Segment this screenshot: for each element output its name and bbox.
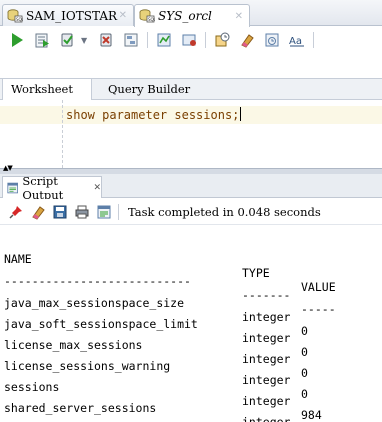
- output-row: java_max_sessionspace_size integer 0: [4, 282, 308, 338]
- eraser-icon: [32, 205, 45, 220]
- autotrace-button[interactable]: [153, 30, 175, 50]
- parameter-type: integer: [242, 394, 291, 408]
- sql-history-button[interactable]: [211, 30, 233, 50]
- output-row: java_soft_sessionspace_limit integer 0: [4, 303, 308, 359]
- script-output-icon: [97, 205, 111, 218]
- output-row: shared_server_sessions integer: [4, 387, 290, 422]
- output-row: license_max_sessions integer 0: [4, 324, 308, 380]
- play-icon: [12, 33, 23, 47]
- autotrace-icon: [157, 33, 171, 47]
- output-row: license_sessions_warning integer 0: [4, 345, 308, 401]
- sql-statement: show parameter sessions;: [66, 108, 240, 122]
- tab-worksheet[interactable]: Worksheet: [2, 79, 92, 100]
- explain-plan-icon: [124, 33, 138, 47]
- statement-history-button[interactable]: [261, 30, 283, 50]
- change-case-button[interactable]: Aa: [286, 30, 308, 50]
- print-icon: [75, 205, 89, 218]
- output-tab-bar: Script Output ✕: [0, 174, 382, 202]
- database-connection-icon: SQL: [139, 8, 157, 24]
- output-row: sessions integer 984: [4, 366, 322, 422]
- toolbar-divider: [118, 203, 119, 220]
- parameter-value: 984: [301, 408, 322, 422]
- sql-tuning-button[interactable]: [178, 30, 200, 50]
- output-separator-row: --------------------------- ------- ----…: [4, 260, 336, 316]
- editor-margin-line: [62, 100, 63, 168]
- run-script-button[interactable]: [31, 30, 53, 50]
- tab-label: Script Output: [22, 173, 64, 202]
- separator-value: -----: [301, 302, 336, 316]
- rollback-icon: [100, 33, 112, 47]
- database-connection-icon: SQL: [7, 8, 25, 24]
- tab-label: SYS_orcl: [158, 9, 212, 23]
- close-tab-icon[interactable]: ✕: [235, 11, 243, 22]
- parameter-type: integer: [242, 310, 291, 324]
- save-icon: [53, 205, 67, 218]
- toolbar-divider: [205, 32, 206, 48]
- worksheet-toolbar: ▼ Aa: [0, 27, 382, 53]
- svg-text:SQL: SQL: [148, 17, 155, 22]
- collapse-arrows-icon[interactable]: ▲▼: [3, 164, 13, 172]
- close-tab-icon[interactable]: ✕: [93, 183, 101, 193]
- script-output-area: NAME TYPE VALUE ------------------------…: [0, 228, 382, 422]
- parameter-value: 0: [301, 324, 308, 338]
- parameter-name: shared_server_sessions: [4, 401, 157, 415]
- open-output-button[interactable]: [94, 202, 114, 222]
- explain-plan-button[interactable]: [120, 30, 142, 50]
- document-tab-bar: SQL SAM_IOTSTAR ✕ SQL SYS_orcl ✕: [0, 0, 382, 27]
- output-header-row: NAME TYPE VALUE: [4, 238, 336, 294]
- separator-type: -------: [242, 288, 291, 302]
- chevron-down-icon[interactable]: ▼: [81, 36, 91, 45]
- column-header-type: TYPE: [242, 266, 270, 280]
- sql-editor[interactable]: show parameter sessions;: [0, 100, 382, 168]
- toolbar-divider: [147, 32, 148, 48]
- parameter-type: integer: [242, 352, 291, 366]
- change-case-icon: Aa: [289, 36, 304, 47]
- parameter-type: integer: [242, 331, 291, 345]
- clear-output-button[interactable]: [28, 202, 48, 222]
- eraser-icon: [241, 34, 254, 48]
- sql-tuning-icon: [182, 34, 196, 46]
- column-header-value: VALUE: [301, 280, 336, 294]
- commit-button[interactable]: [56, 30, 78, 50]
- editor-tab-bar: Worksheet Query Builder: [0, 78, 382, 100]
- close-tab-icon[interactable]: ✕: [119, 10, 127, 21]
- tab-query-builder[interactable]: Query Builder: [100, 79, 198, 100]
- script-output-icon: [7, 182, 18, 193]
- task-status-text: Task completed in 0.048 seconds: [128, 204, 321, 219]
- parameter-name: java_soft_sessionspace_limit: [4, 317, 198, 331]
- parameter-value: 0: [301, 345, 308, 359]
- text-cursor: [240, 107, 242, 121]
- tab-sam-iotstar[interactable]: SQL SAM_IOTSTAR ✕: [2, 4, 134, 26]
- svg-text:SQL: SQL: [16, 17, 23, 22]
- rollback-button[interactable]: [95, 30, 117, 50]
- separator-name: ---------------------------: [4, 274, 191, 288]
- tab-sys-orcl[interactable]: SQL SYS_orcl ✕: [134, 4, 250, 27]
- parameter-type: integer: [242, 373, 291, 387]
- tab-label: SAM_IOTSTAR: [26, 8, 118, 23]
- save-output-button[interactable]: [50, 202, 70, 222]
- commit-icon: [61, 33, 73, 47]
- output-toolbar: Task completed in 0.048 seconds: [0, 199, 382, 225]
- pin-output-button[interactable]: [6, 202, 26, 222]
- history-icon: [265, 33, 279, 47]
- svg-text:Aa: Aa: [289, 36, 302, 47]
- pin-icon: [9, 205, 22, 219]
- print-output-button[interactable]: [72, 202, 92, 222]
- parameter-value: 0: [301, 387, 308, 401]
- clear-button[interactable]: [236, 30, 258, 50]
- sql-code-line[interactable]: show parameter sessions;: [66, 107, 242, 122]
- toolbar-divider: [313, 32, 314, 48]
- parameter-value: 0: [301, 366, 308, 380]
- tab-script-output[interactable]: Script Output ✕: [2, 174, 102, 202]
- sql-history-icon: [215, 32, 230, 47]
- run-script-icon: [35, 33, 49, 48]
- parameter-type: integer: [242, 415, 291, 422]
- run-statement-button[interactable]: [6, 30, 28, 50]
